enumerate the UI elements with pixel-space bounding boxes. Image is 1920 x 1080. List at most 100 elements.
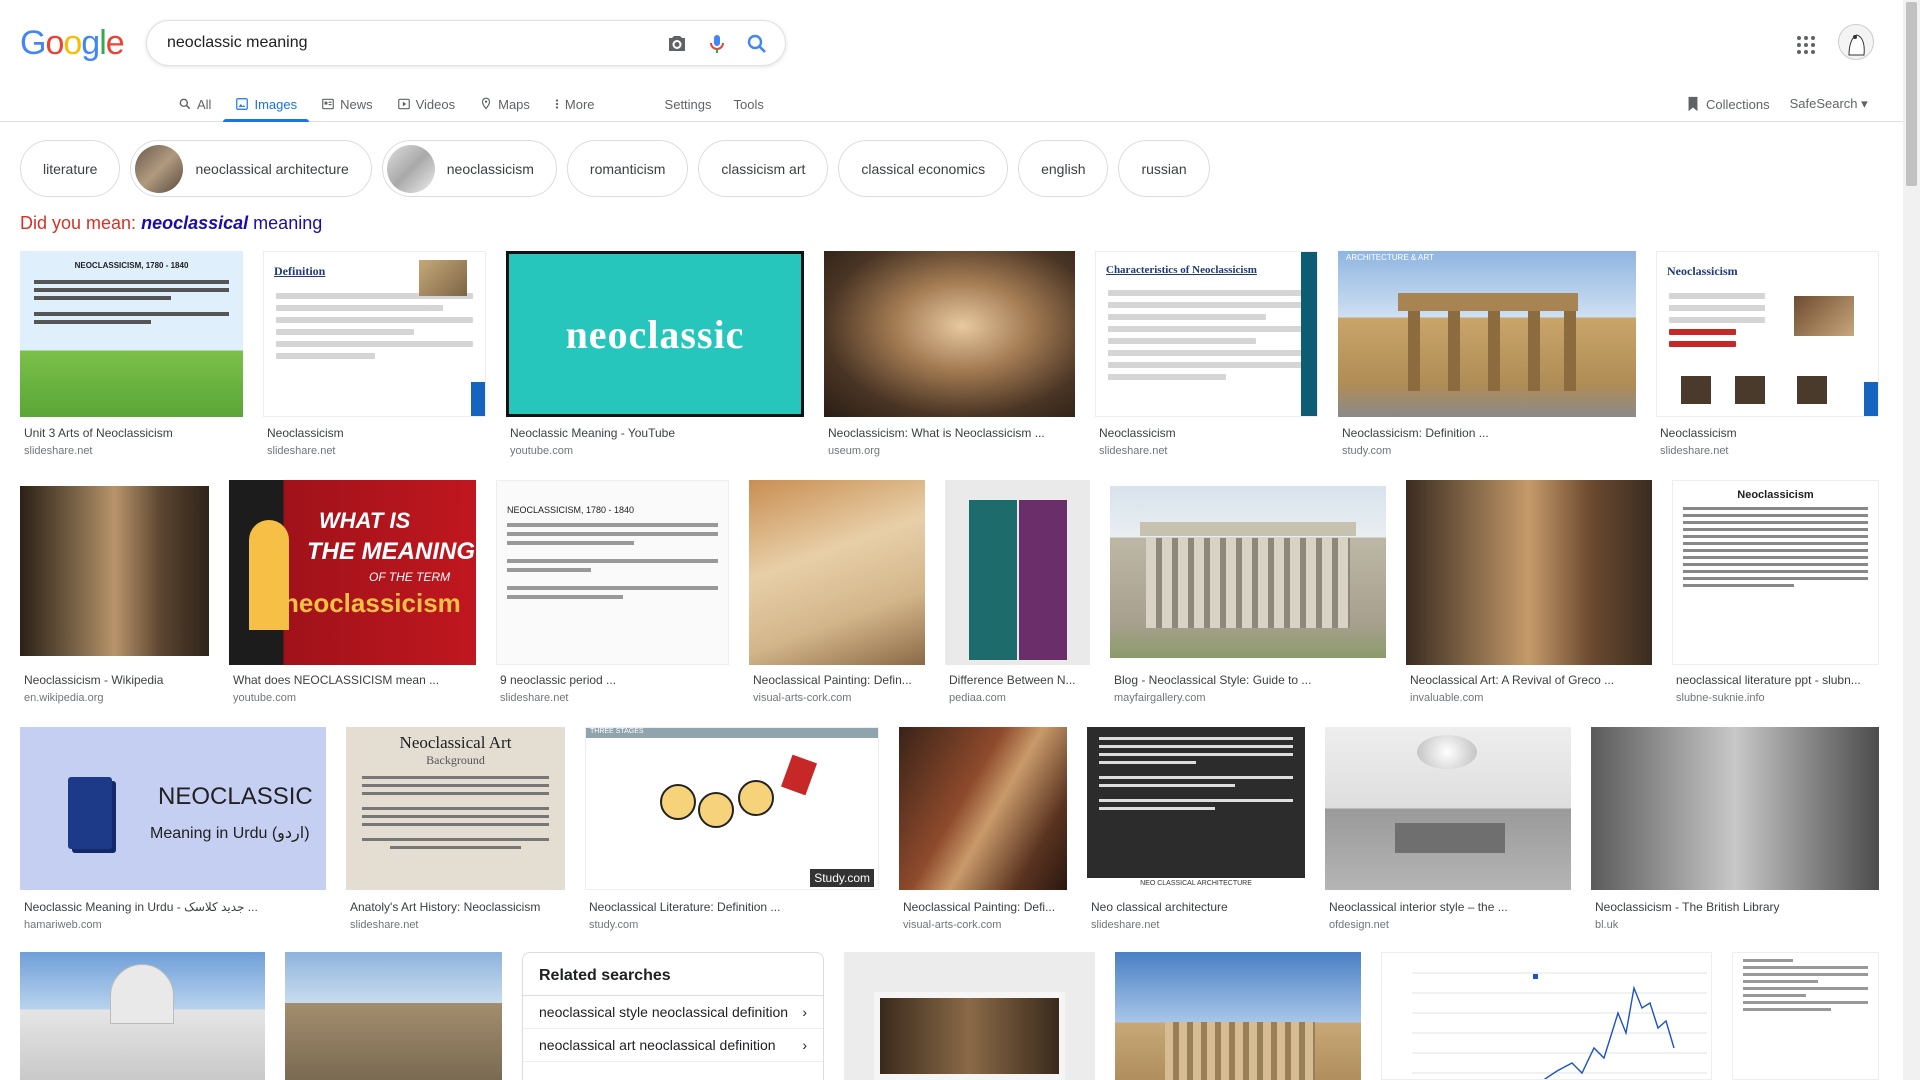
result-thumbnail[interactable] bbox=[899, 727, 1067, 890]
avatar-image-icon bbox=[1848, 34, 1865, 56]
result-thumbnail[interactable]: Neoclassical Art Background bbox=[346, 727, 565, 890]
image-result[interactable]: Neoclassicism: What is Neoclassicism ...… bbox=[824, 251, 1075, 461]
result-thumbnail[interactable]: THREE STAGES Study.com bbox=[585, 727, 879, 890]
page-scrollbar[interactable] bbox=[1903, 0, 1920, 1080]
safesearch-dropdown[interactable]: SafeSearch ▾ bbox=[1790, 96, 1868, 112]
result-thumbnail[interactable] bbox=[1115, 952, 1361, 1080]
thumbnail-text-lines bbox=[34, 280, 229, 324]
tab-more[interactable]: More bbox=[542, 86, 607, 122]
map-pin-icon bbox=[482, 97, 491, 110]
camera-icon[interactable] bbox=[665, 32, 689, 56]
chip-classicism-art[interactable]: classicism art bbox=[698, 140, 829, 197]
image-result[interactable]: Neoclassical Painting: Defin... visual-a… bbox=[749, 480, 925, 708]
image-result[interactable]: Difference Between N... pediaa.com bbox=[945, 480, 1090, 708]
result-thumbnail[interactable] bbox=[1381, 952, 1712, 1080]
result-thumbnail[interactable] bbox=[1110, 486, 1386, 658]
result-thumbnail[interactable]: Characteristics of Neoclassicism bbox=[1095, 251, 1318, 417]
image-result[interactable] bbox=[1381, 952, 1712, 1080]
image-result[interactable] bbox=[844, 952, 1095, 1080]
image-result[interactable]: ARCHITECTURE & ART Neoclassicism: Defini… bbox=[1338, 251, 1636, 461]
tab-maps[interactable]: Maps bbox=[467, 86, 542, 122]
result-thumbnail[interactable]: NEOCLASSICISM, 1780 - 1840 bbox=[496, 480, 729, 665]
result-thumbnail[interactable] bbox=[20, 486, 209, 656]
tab-all[interactable]: All bbox=[166, 86, 223, 122]
chip-romanticism[interactable]: romanticism bbox=[566, 140, 689, 197]
tab-tools[interactable]: Tools bbox=[722, 86, 776, 122]
trend-line-chart-icon bbox=[1412, 972, 1707, 1079]
collections-button[interactable]: Collections bbox=[1686, 96, 1770, 112]
avatar[interactable] bbox=[1838, 24, 1874, 60]
chip-russian[interactable]: russian bbox=[1118, 140, 1210, 197]
related-searches-panel: Related searches neoclassical style neoc… bbox=[522, 952, 824, 1080]
search-icon[interactable] bbox=[745, 32, 769, 56]
image-result[interactable] bbox=[20, 952, 265, 1080]
chip-english[interactable]: english bbox=[1018, 140, 1109, 197]
image-result[interactable]: Neoclassical Art Background Anatoly's Ar… bbox=[346, 727, 565, 937]
related-search-item[interactable]: neoclassical style neoclassical definiti… bbox=[523, 996, 823, 1029]
result-thumbnail[interactable] bbox=[749, 480, 925, 665]
image-result[interactable]: Neoclassical Painting: Defi... visual-ar… bbox=[899, 727, 1067, 937]
result-thumbnail[interactable] bbox=[285, 952, 502, 1080]
google-logo[interactable]: Google bbox=[20, 24, 125, 63]
image-result[interactable]: WHAT IS THE MEANING OF THE TERM neoclass… bbox=[229, 480, 476, 708]
result-thumbnail[interactable]: Neoclassicism bbox=[1672, 480, 1879, 665]
result-thumbnail[interactable] bbox=[1591, 727, 1879, 890]
tab-images[interactable]: Images bbox=[223, 86, 309, 122]
image-result[interactable]: THREE STAGES Study.com Neoclassical Lite… bbox=[585, 727, 879, 937]
search-tabs: All Images News Videos Maps More Setting… bbox=[166, 86, 776, 122]
image-result[interactable]: Neoclassical interior style – the ... of… bbox=[1325, 727, 1571, 937]
related-search-item[interactable]: neoclassical art neoclassical definition… bbox=[523, 1029, 823, 1062]
image-result[interactable]: NEO CLASSICAL ARCHITECTURE Neo classical… bbox=[1087, 727, 1305, 937]
result-thumbnail[interactable]: NEO CLASSICAL ARCHITECTURE bbox=[1087, 727, 1305, 890]
scrollbar-thumb[interactable] bbox=[1906, 2, 1917, 186]
image-result[interactable]: Neoclassical Art: A Revival of Greco ...… bbox=[1406, 480, 1652, 708]
result-thumbnail[interactable]: neoclassic bbox=[506, 251, 804, 417]
image-result[interactable]: NEOCLASSIC Meaning in Urdu (اردو) Neocla… bbox=[20, 727, 326, 937]
chevron-right-icon: › bbox=[802, 1004, 807, 1020]
result-thumbnail[interactable]: WHAT IS THE MEANING OF THE TERM neoclass… bbox=[229, 480, 476, 665]
microphone-icon[interactable] bbox=[705, 32, 729, 56]
result-thumbnail[interactable]: NEOCLASSIC Meaning in Urdu (اردو) bbox=[20, 727, 326, 890]
chip-thumbnail bbox=[386, 144, 435, 193]
image-result[interactable]: Neoclassicism neoclassical literature pp… bbox=[1672, 480, 1879, 708]
header: Google neoclassic meaning All Images New… bbox=[0, 0, 1920, 122]
result-thumbnail[interactable]: ARCHITECTURE & ART bbox=[1338, 251, 1636, 417]
result-thumbnail[interactable] bbox=[1406, 480, 1652, 665]
chip-neoclassical-architecture[interactable]: neoclassical architecture bbox=[130, 140, 372, 197]
bookmark-icon bbox=[1688, 96, 1698, 112]
result-thumbnail[interactable]: Definition bbox=[263, 251, 486, 417]
tab-news[interactable]: News bbox=[309, 86, 385, 122]
spelling-suggestion-link[interactable]: neoclassical meaning bbox=[141, 213, 322, 233]
chip-thumbnail bbox=[135, 144, 184, 193]
image-result[interactable]: Neoclassicism Neoclassicism slideshare.n… bbox=[1656, 251, 1879, 461]
image-result[interactable]: Neoclassicism - Wikipedia en.wikipedia.o… bbox=[20, 486, 209, 708]
image-result[interactable]: Characteristics of Neoclassicism Neoclas… bbox=[1095, 251, 1318, 461]
search-input[interactable]: neoclassic meaning bbox=[167, 34, 308, 52]
image-result[interactable] bbox=[1115, 952, 1361, 1080]
result-thumbnail[interactable] bbox=[1325, 727, 1571, 890]
result-thumbnail[interactable] bbox=[824, 251, 1075, 417]
search-box[interactable]: neoclassic meaning bbox=[146, 20, 786, 66]
image-result[interactable]: Definition Neoclassicism slideshare.net bbox=[263, 251, 486, 461]
result-thumbnail[interactable]: Neoclassicism bbox=[1656, 251, 1879, 417]
image-result[interactable]: NEOCLASSICISM, 1780 - 1840 Unit 3 Arts o… bbox=[20, 251, 243, 461]
chip-literature[interactable]: literature bbox=[20, 140, 121, 197]
did-you-mean: Did you mean: neoclassical meaning bbox=[20, 213, 323, 233]
image-result[interactable]: NEOCLASSICISM, 1780 - 1840 9 neoclassic … bbox=[496, 480, 729, 708]
result-thumbnail[interactable]: NEOCLASSICISM, 1780 - 1840 bbox=[20, 251, 243, 417]
image-result[interactable]: Neoclassicism - The British Library bl.u… bbox=[1591, 727, 1879, 937]
image-result[interactable] bbox=[1732, 952, 1879, 1080]
apps-grid-icon[interactable] bbox=[1794, 33, 1818, 57]
related-searches-title: Related searches bbox=[523, 953, 823, 996]
result-thumbnail[interactable] bbox=[20, 952, 265, 1080]
tab-settings[interactable]: Settings bbox=[655, 86, 722, 122]
result-thumbnail[interactable] bbox=[945, 480, 1090, 665]
chip-classical-economics[interactable]: classical economics bbox=[838, 140, 1009, 197]
result-thumbnail[interactable] bbox=[1732, 952, 1879, 1080]
image-result[interactable]: neoclassic Neoclassic Meaning - YouTube … bbox=[506, 251, 804, 461]
chip-neoclassicism[interactable]: neoclassicism bbox=[381, 140, 557, 197]
result-thumbnail[interactable] bbox=[844, 952, 1095, 1080]
tab-videos[interactable]: Videos bbox=[385, 86, 468, 122]
image-result[interactable] bbox=[285, 952, 502, 1080]
image-result[interactable]: Blog - Neoclassical Style: Guide to ... … bbox=[1110, 486, 1386, 708]
